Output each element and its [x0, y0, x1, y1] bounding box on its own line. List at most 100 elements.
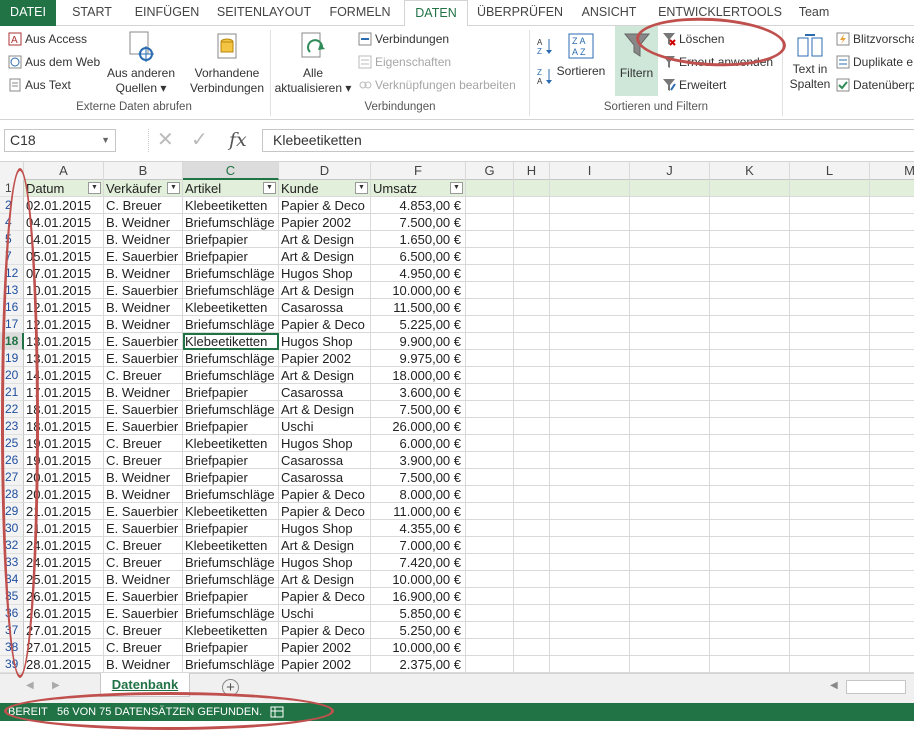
horizontal-scrollbar[interactable] [846, 680, 906, 694]
empty-cell[interactable] [630, 214, 710, 231]
row-header[interactable]: 1 [0, 180, 24, 197]
table-cell[interactable]: 26.01.2015 [24, 605, 104, 622]
row-header[interactable]: 29 [0, 503, 24, 520]
empty-cell[interactable] [790, 469, 870, 486]
empty-cell[interactable] [550, 639, 630, 656]
empty-cell[interactable] [710, 656, 790, 673]
table-cell[interactable]: 7.500,00 € [371, 401, 466, 418]
empty-cell[interactable] [630, 656, 710, 673]
empty-cell[interactable] [466, 469, 514, 486]
row-header[interactable]: 25 [0, 435, 24, 452]
table-cell[interactable]: Klebeetiketten [183, 299, 279, 316]
table-cell[interactable]: 17.01.2015 [24, 384, 104, 401]
row-header[interactable]: 37 [0, 622, 24, 639]
empty-cell[interactable] [870, 537, 914, 554]
empty-cell[interactable] [514, 486, 550, 503]
table-cell[interactable]: Briefpapier [183, 418, 279, 435]
empty-cell[interactable] [630, 537, 710, 554]
empty-cell[interactable] [514, 469, 550, 486]
header-cell[interactable]: Artikel ▼ [183, 180, 279, 197]
empty-cell[interactable] [466, 503, 514, 520]
empty-cell[interactable] [466, 639, 514, 656]
table-cell[interactable]: 9.975,00 € [371, 350, 466, 367]
empty-cell[interactable] [630, 265, 710, 282]
enter-icon[interactable]: ✓ [191, 129, 208, 152]
empty-cell[interactable] [790, 231, 870, 248]
empty-cell[interactable] [870, 554, 914, 571]
row-header[interactable]: 27 [0, 469, 24, 486]
empty-cell[interactable] [710, 622, 790, 639]
empty-cell[interactable] [710, 282, 790, 299]
row-header[interactable]: 34 [0, 571, 24, 588]
row-header[interactable]: 18 [0, 333, 24, 350]
filter-dropdown-icon[interactable]: ▼ [450, 182, 463, 194]
refresh-all-button[interactable]: Alle aktualisieren ▾ [274, 30, 352, 96]
row-header[interactable]: 7 [0, 248, 24, 265]
table-cell[interactable]: Casarossa [279, 469, 371, 486]
table-cell[interactable]: 10.000,00 € [371, 571, 466, 588]
table-cell[interactable]: E. Sauerbier [104, 503, 183, 520]
table-cell[interactable]: 13.01.2015 [24, 333, 104, 350]
column-header[interactable]: L [790, 162, 870, 180]
column-header[interactable]: K [710, 162, 790, 180]
empty-cell[interactable] [710, 248, 790, 265]
empty-cell[interactable] [870, 180, 914, 197]
table-cell[interactable]: 05.01.2015 [24, 248, 104, 265]
empty-cell[interactable] [550, 231, 630, 248]
table-cell[interactable]: Art & Design [279, 367, 371, 384]
scroll-right-icon[interactable]: ▶ [52, 680, 60, 691]
row-header[interactable]: 36 [0, 605, 24, 622]
empty-cell[interactable] [514, 197, 550, 214]
table-cell[interactable]: Briefpapier [183, 248, 279, 265]
table-cell[interactable]: Klebeetiketten [183, 622, 279, 639]
table-cell[interactable]: Casarossa [279, 452, 371, 469]
empty-cell[interactable] [466, 605, 514, 622]
table-cell[interactable]: Klebeetiketten [183, 537, 279, 554]
empty-cell[interactable] [790, 299, 870, 316]
empty-cell[interactable] [630, 503, 710, 520]
empty-cell[interactable] [630, 401, 710, 418]
empty-cell[interactable] [514, 180, 550, 197]
empty-cell[interactable] [790, 248, 870, 265]
empty-cell[interactable] [790, 639, 870, 656]
empty-cell[interactable] [790, 180, 870, 197]
data-validation-button[interactable]: Datenüberp [836, 75, 914, 95]
empty-cell[interactable] [466, 265, 514, 282]
row-header[interactable]: 13 [0, 282, 24, 299]
sort-button[interactable]: Z AA Z Sortieren [556, 32, 606, 79]
empty-cell[interactable] [514, 316, 550, 333]
header-cell[interactable]: Datum ▼ [24, 180, 104, 197]
empty-cell[interactable] [870, 350, 914, 367]
empty-cell[interactable] [630, 384, 710, 401]
empty-cell[interactable] [790, 503, 870, 520]
table-cell[interactable]: Briefpapier [183, 520, 279, 537]
tab-data[interactable]: DATEN [404, 0, 468, 27]
table-cell[interactable]: 12.01.2015 [24, 299, 104, 316]
empty-cell[interactable] [514, 503, 550, 520]
table-cell[interactable]: 13.01.2015 [24, 350, 104, 367]
header-cell[interactable]: Umsatz ▼ [371, 180, 466, 197]
empty-cell[interactable] [514, 622, 550, 639]
table-cell[interactable]: 7.500,00 € [371, 469, 466, 486]
empty-cell[interactable] [630, 316, 710, 333]
sheet-tab-datenbank[interactable]: Datenbank [100, 673, 190, 697]
table-cell[interactable]: Papier 2002 [279, 350, 371, 367]
empty-cell[interactable] [466, 401, 514, 418]
empty-cell[interactable] [630, 622, 710, 639]
empty-cell[interactable] [870, 622, 914, 639]
insert-function-icon[interactable]: fx [229, 129, 247, 152]
empty-cell[interactable] [514, 435, 550, 452]
empty-cell[interactable] [550, 384, 630, 401]
table-cell[interactable]: Briefumschläge [183, 282, 279, 299]
formula-input[interactable]: Klebeetiketten [262, 129, 914, 152]
empty-cell[interactable] [710, 435, 790, 452]
row-header[interactable]: 32 [0, 537, 24, 554]
empty-cell[interactable] [870, 520, 914, 537]
header-cell[interactable]: Kunde ▼ [279, 180, 371, 197]
empty-cell[interactable] [790, 452, 870, 469]
empty-cell[interactable] [514, 605, 550, 622]
row-header[interactable]: 22 [0, 401, 24, 418]
table-cell[interactable]: 12.01.2015 [24, 316, 104, 333]
properties-button[interactable]: Eigenschaften [358, 52, 451, 72]
empty-cell[interactable] [710, 401, 790, 418]
